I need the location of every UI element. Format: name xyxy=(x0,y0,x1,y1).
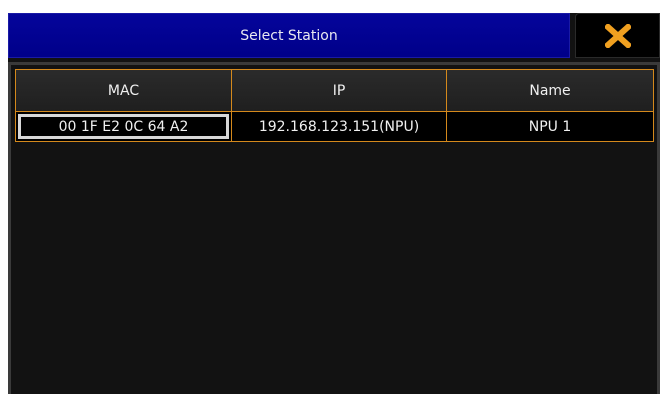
dialog-title: Select Station xyxy=(240,27,338,44)
selected-cell-highlight: 00 1F E2 0C 64 A2 xyxy=(18,114,229,139)
cell-ip[interactable]: 192.168.123.151(NPU) xyxy=(231,111,447,142)
cell-name[interactable]: NPU 1 xyxy=(446,111,654,142)
close-x-icon xyxy=(604,23,631,48)
cell-mac-text: 00 1F E2 0C 64 A2 xyxy=(58,118,189,135)
station-table: MAC IP Name 00 1F E2 0C 64 A2 192.168.12… xyxy=(8,62,660,394)
close-button[interactable] xyxy=(575,13,660,58)
table-header-row: MAC IP Name xyxy=(15,69,654,112)
column-header-mac[interactable]: MAC xyxy=(15,69,232,112)
select-station-dialog: Select Station MAC IP Name 00 1F E2 0C 6… xyxy=(8,13,660,394)
table-row[interactable]: 00 1F E2 0C 64 A2 192.168.123.151(NPU) N… xyxy=(15,111,654,142)
column-header-name[interactable]: Name xyxy=(446,69,654,112)
cell-mac-selected[interactable]: 00 1F E2 0C 64 A2 xyxy=(15,111,232,142)
dialog-title-bar: Select Station xyxy=(8,13,570,58)
column-header-ip[interactable]: IP xyxy=(231,69,447,112)
